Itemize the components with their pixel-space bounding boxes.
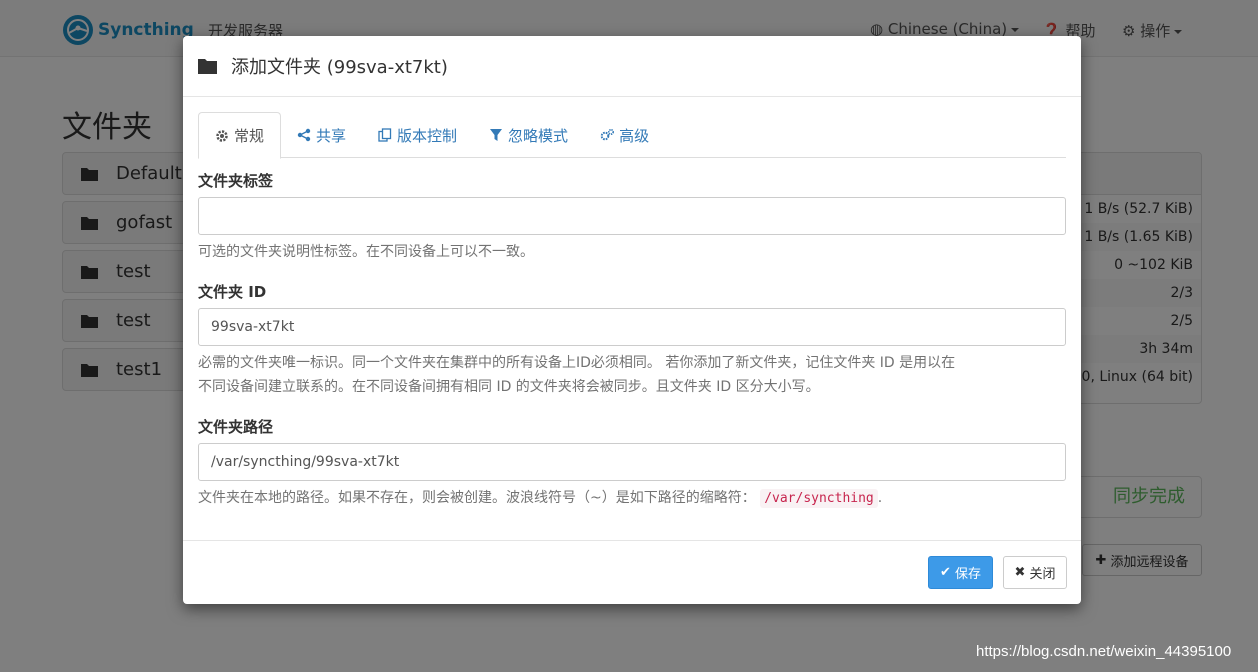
tab-sharing[interactable]: 共享: [281, 112, 362, 158]
folder-path-help: 文件夹在本地的路径。如果不存在，则会被创建。波浪线符号（~）是如下路径的缩略符：…: [198, 486, 1066, 511]
tab-label: 共享: [316, 126, 347, 145]
folder-icon: [198, 59, 217, 74]
cogs-icon: [600, 129, 615, 141]
tab-label: 忽略模式: [508, 126, 569, 145]
folder-path-input[interactable]: [198, 443, 1066, 481]
tab-ignore-patterns[interactable]: 忽略模式: [473, 112, 584, 158]
folder-id-help: 必需的文件夹唯一标识。同一个文件夹在集群中的所有设备上ID必须相同。 若你添加了…: [198, 351, 1066, 399]
tab-versioning[interactable]: 版本控制: [362, 112, 473, 158]
modal-footer: ✔ 保存 ✖ 关闭: [183, 540, 1081, 604]
folder-id-help-line2: 不同设备间建立联系的。在不同设备间拥有相同 ID 的文件夹将会被同步。且文件夹 …: [198, 379, 820, 395]
folder-label-input[interactable]: [198, 197, 1066, 235]
modal-header: 添加文件夹 (99sva-xt7kt): [183, 36, 1081, 97]
add-folder-modal: 添加文件夹 (99sva-xt7kt) 常规 共享 版本控制 忽略模式 高级 文…: [183, 36, 1081, 604]
close-label: 关闭: [1029, 567, 1056, 582]
modal-title: 添加文件夹 (99sva-xt7kt): [231, 57, 448, 78]
folder-path-label: 文件夹路径: [198, 418, 274, 436]
tab-general[interactable]: 常规: [198, 112, 282, 159]
folder-id-label: 文件夹 ID: [198, 283, 267, 301]
modal-tabs: 常规 共享 版本控制 忽略模式 高级: [198, 112, 1066, 159]
filter-icon: [490, 129, 503, 141]
save-label: 保存: [954, 567, 981, 582]
check-icon: ✔: [940, 565, 951, 580]
folder-path-help-end: .: [877, 490, 883, 506]
share-icon: [297, 128, 311, 142]
tab-advanced[interactable]: 高级: [584, 112, 665, 158]
times-icon: ✖: [1014, 565, 1026, 580]
folder-label-label: 文件夹标签: [198, 172, 274, 190]
tab-label: 高级: [619, 126, 650, 145]
folder-label-help: 可选的文件夹说明性标签。在不同设备上可以不一致。: [198, 244, 534, 260]
folder-path-help-text: 文件夹在本地的路径。如果不存在，则会被创建。波浪线符号（~）是如下路径的缩略符：: [198, 490, 756, 506]
save-button[interactable]: ✔ 保存: [928, 556, 993, 589]
close-button[interactable]: ✖ 关闭: [1003, 556, 1067, 589]
home-path-code: /var/syncthing: [760, 489, 878, 508]
gear-icon: [216, 129, 228, 142]
watermark: https://blog.csdn.net/weixin_44395100: [976, 643, 1232, 660]
tab-label: 版本控制: [397, 126, 458, 145]
copy-icon: [378, 128, 392, 142]
tab-label: 常规: [234, 127, 265, 145]
folder-id-help-line1: 必需的文件夹唯一标识。同一个文件夹在集群中的所有设备上ID必须相同。 若你添加了…: [198, 355, 956, 371]
folder-id-input[interactable]: [198, 308, 1066, 346]
